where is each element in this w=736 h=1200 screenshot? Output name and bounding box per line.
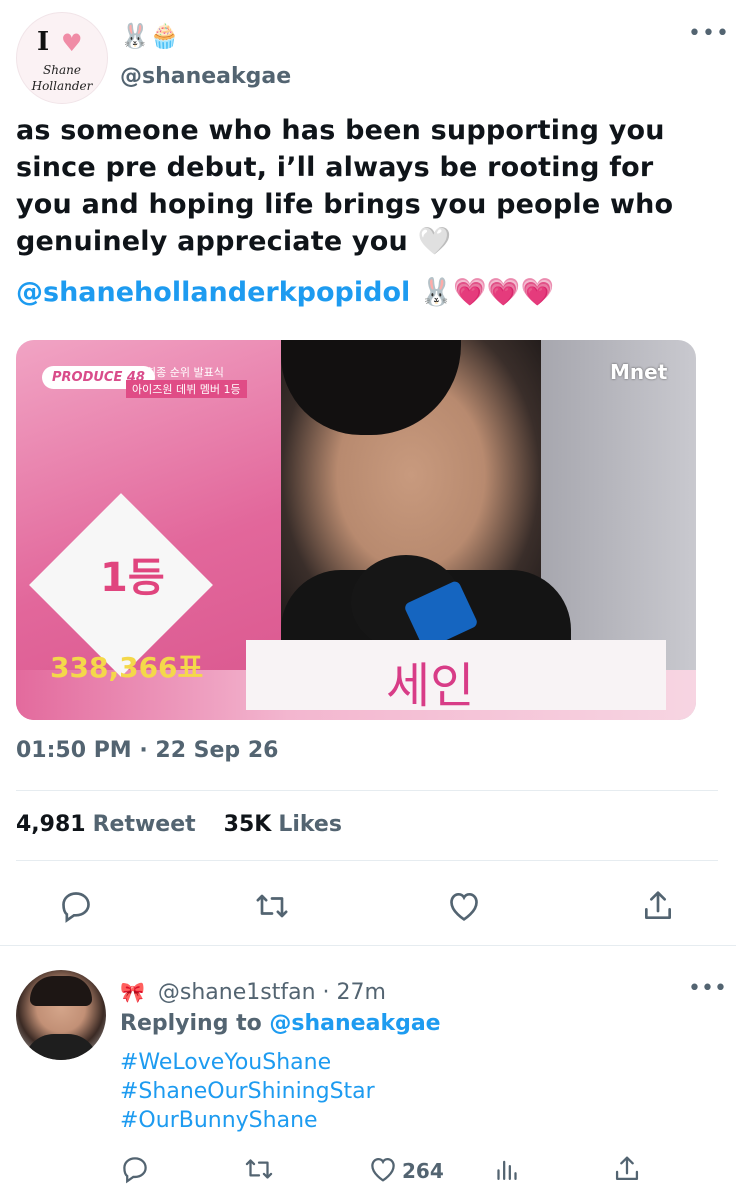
- reply-avatar-hair: [30, 976, 92, 1006]
- reply-like-button[interactable]: [366, 1152, 400, 1186]
- author-handle[interactable]: @shaneakgae: [120, 64, 291, 89]
- more-options-icon[interactable]: •••: [688, 22, 729, 52]
- avatar-text-hollander: Hollander: [31, 79, 93, 93]
- media-caption-top: 최종 순위 발표식: [146, 366, 224, 379]
- media-channel-logo: Mnet: [610, 360, 668, 384]
- reply-icon: [62, 892, 90, 923]
- divider: [16, 860, 718, 861]
- reply-avatar-shirt: [24, 1034, 98, 1060]
- like-count[interactable]: 35K: [224, 812, 272, 837]
- bow-emoji: 🎀: [120, 980, 145, 1004]
- replying-to-handle[interactable]: @shaneakgae: [269, 1011, 440, 1036]
- hashtag-link[interactable]: #WeLoveYouShane: [120, 1048, 375, 1077]
- author-display-name[interactable]: 🐰🧁: [120, 22, 180, 50]
- heart-icon: ♥: [61, 29, 83, 57]
- reply-retweet-button[interactable]: [242, 1152, 276, 1186]
- media-name: 세인: [386, 658, 475, 714]
- reply-share-button[interactable]: [610, 1152, 644, 1186]
- reply-analytics-button[interactable]: [490, 1152, 524, 1186]
- mention-link[interactable]: @shanehollanderkpopidol: [16, 277, 410, 308]
- reply-author-handle[interactable]: @shane1stfan: [158, 980, 316, 1005]
- tweet-media-image[interactable]: PRODUCE 48 최종 순위 발표식 아이즈원 데뷔 멤버 1등 Mnet …: [16, 340, 696, 720]
- like-button[interactable]: [444, 886, 484, 926]
- reply-reply-button[interactable]: [118, 1152, 152, 1186]
- media-votes: 338,366표: [50, 651, 204, 684]
- tweet-text: as someone who has been supporting you s…: [16, 115, 674, 257]
- tweet-stats: 4,981 Retweet 35K Likes: [16, 812, 342, 837]
- reply-icon: [123, 1157, 147, 1184]
- reply-meta: 🎀 @shane1stfan · 27m: [120, 980, 386, 1005]
- reply-time[interactable]: 27m: [337, 980, 386, 1005]
- share-icon: [615, 1156, 639, 1181]
- mention-emojis: 🐰💗💗💗: [419, 277, 555, 308]
- likes-label[interactable]: Likes: [278, 812, 342, 837]
- reply-more-options-icon[interactable]: •••: [688, 976, 727, 1001]
- hashtag-link[interactable]: #ShaneOurShiningStar: [120, 1077, 375, 1106]
- share-icon: [645, 891, 671, 919]
- retweet-icon: [256, 894, 288, 918]
- divider: [16, 790, 718, 791]
- tweet-timestamp[interactable]: 01:50 PM · 22 Sep 26: [16, 738, 278, 763]
- analytics-icon: [497, 1160, 517, 1181]
- reply-hashtags: #WeLoveYouShane #ShaneOurShiningStar #Ou…: [120, 1048, 375, 1135]
- avatar-text-i: I: [37, 27, 50, 57]
- avatar-text-shane: Shane: [43, 63, 81, 77]
- retweet-button[interactable]: [252, 886, 292, 926]
- replying-to-label: Replying to: [120, 1011, 262, 1036]
- reply-author-avatar[interactable]: [16, 970, 106, 1060]
- mention-line: @shanehollanderkpopidol 🐰💗💗💗: [16, 276, 554, 308]
- retweet-label[interactable]: Retweet: [93, 812, 196, 837]
- retweet-icon: [245, 1159, 273, 1179]
- media-rank: 1등: [100, 555, 165, 601]
- author-avatar[interactable]: I ♥ Shane Hollander: [16, 12, 108, 104]
- share-button[interactable]: [638, 886, 678, 926]
- like-icon: [450, 892, 478, 921]
- like-icon: [371, 1157, 395, 1182]
- reply-like-count[interactable]: 264: [402, 1159, 444, 1183]
- replying-to-line: Replying to @shaneakgae: [120, 1011, 441, 1036]
- hashtag-link[interactable]: #OurBunnyShane: [120, 1106, 375, 1135]
- thread-divider: [0, 945, 736, 946]
- reply-button[interactable]: [56, 886, 96, 926]
- media-caption-sub: 아이즈원 데뷔 멤버 1등: [126, 380, 247, 398]
- retweet-count[interactable]: 4,981: [16, 812, 86, 837]
- reply-separator: ·: [322, 980, 330, 1005]
